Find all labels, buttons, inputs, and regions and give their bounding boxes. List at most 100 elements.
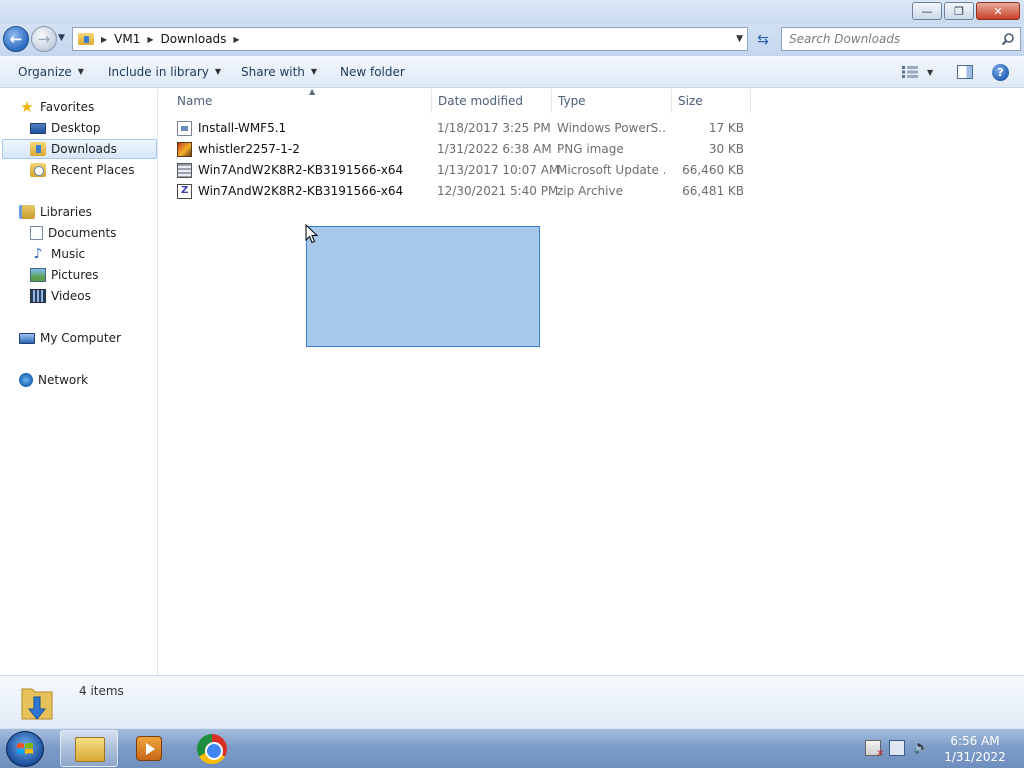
nav-label: Videos xyxy=(51,289,91,303)
recent-pages-dropdown[interactable]: ▼ xyxy=(58,33,65,43)
refresh-button[interactable]: ⇆ xyxy=(752,29,774,51)
action-center-flag-icon[interactable] xyxy=(865,740,884,759)
column-type-label: Type xyxy=(558,94,586,108)
nav-libraries[interactable]: Libraries xyxy=(19,202,92,222)
view-options-dropdown[interactable]: ▼ xyxy=(927,68,933,77)
minimize-button[interactable]: — xyxy=(912,2,942,20)
music-note-icon: ♪ xyxy=(33,246,43,262)
column-header-name[interactable]: Name ▲ xyxy=(171,87,432,113)
file-date-modified: 1/13/2017 10:07 AM xyxy=(437,163,560,177)
nav-my-computer[interactable]: My Computer xyxy=(19,328,121,348)
file-list[interactable]: Name ▲ Date modified Type Size Install-W… xyxy=(159,87,1024,675)
restore-icon: ❐ xyxy=(954,4,964,18)
breadcrumb-chevron-icon[interactable]: ▶ xyxy=(101,35,107,44)
breadcrumb-chevron-icon[interactable]: ▶ xyxy=(147,35,153,44)
address-bar[interactable]: ▶ VM1 ▶ Downloads ▶ ▼ xyxy=(72,27,748,51)
downloads-folder-icon xyxy=(30,142,46,156)
column-date-label: Date modified xyxy=(438,94,524,108)
nav-label: Network xyxy=(38,373,89,387)
details-pane: 4 items xyxy=(0,675,1024,728)
column-header-date-modified[interactable]: Date modified xyxy=(432,89,552,113)
back-button[interactable]: ← xyxy=(3,26,29,52)
include-in-library-button[interactable]: Include in library ▼ xyxy=(108,65,221,79)
start-button[interactable] xyxy=(6,731,44,767)
nav-label: Recent Places xyxy=(51,163,135,177)
file-row[interactable]: Win7AndW2K8R2-KB3191566-x64 1/13/2017 10:… xyxy=(176,160,756,181)
close-icon: ✕ xyxy=(993,4,1003,18)
file-name: whistler2257-1-2 xyxy=(198,142,300,156)
organize-label: Organize xyxy=(18,65,72,79)
nav-label: Documents xyxy=(48,226,117,240)
nav-label: Favorites xyxy=(40,100,95,114)
desktop-icon xyxy=(30,122,46,134)
nav-music[interactable]: ♪ Music xyxy=(30,244,86,264)
help-icon[interactable]: ? xyxy=(992,64,1009,81)
clock-date: 1/31/2022 xyxy=(944,750,1006,764)
nav-videos[interactable]: Videos xyxy=(30,286,91,306)
forward-button[interactable]: → xyxy=(31,26,57,52)
close-button[interactable]: ✕ xyxy=(976,2,1020,20)
drag-selection-rectangle xyxy=(306,226,540,347)
nav-label: Pictures xyxy=(51,268,99,282)
window-controls: — ❐ ✕ xyxy=(912,2,1020,20)
organize-button[interactable]: Organize ▼ xyxy=(18,65,84,79)
file-row[interactable]: Win7AndW2K8R2-KB3191566-x64 12/30/2021 5:… xyxy=(176,181,756,202)
change-view-icon[interactable] xyxy=(902,66,918,78)
item-count: 4 items xyxy=(79,684,124,698)
file-row[interactable]: whistler2257-1-2 1/31/2022 6:38 AM PNG ima… xyxy=(176,139,756,160)
sort-ascending-icon: ▲ xyxy=(309,87,316,96)
column-header-type[interactable]: Type xyxy=(552,89,672,113)
search-box[interactable] xyxy=(781,27,1021,51)
nav-downloads[interactable]: Downloads xyxy=(2,139,157,159)
nav-recent-places[interactable]: Recent Places xyxy=(30,160,134,180)
nav-documents[interactable]: Documents xyxy=(30,223,116,243)
nav-desktop[interactable]: Desktop xyxy=(30,118,101,138)
new-folder-label: New folder xyxy=(340,65,405,79)
network-status-icon[interactable] xyxy=(889,740,905,756)
folder-icon xyxy=(75,737,105,762)
nav-network[interactable]: Network xyxy=(19,370,88,390)
taskbar-chrome[interactable] xyxy=(182,730,240,767)
preview-pane-icon[interactable] xyxy=(957,65,973,79)
recent-places-icon xyxy=(30,163,46,177)
zip-archive-icon xyxy=(177,184,192,199)
breadcrumb-chevron-icon[interactable]: ▶ xyxy=(233,35,239,44)
documents-icon xyxy=(30,226,43,240)
file-name: Win7AndW2K8R2-KB3191566-x64 xyxy=(198,184,404,198)
msu-package-icon xyxy=(177,163,192,178)
share-with-button[interactable]: Share with ▼ xyxy=(241,65,317,79)
nav-pictures[interactable]: Pictures xyxy=(30,265,99,285)
column-header-size[interactable]: Size xyxy=(672,89,751,113)
star-icon: ★ xyxy=(20,98,34,116)
file-type: PNG image xyxy=(557,142,624,156)
file-name: Install-WMF5.1 xyxy=(198,121,287,135)
file-row[interactable]: Install-WMF5.1 1/18/2017 3:25 PM Windows P… xyxy=(176,118,756,139)
nav-label: Music xyxy=(51,247,86,261)
nav-label: Libraries xyxy=(40,205,92,219)
downloads-folder-icon xyxy=(21,688,53,720)
address-history-dropdown[interactable]: ▼ xyxy=(736,34,743,44)
file-date-modified: 1/31/2022 6:38 AM xyxy=(437,142,552,156)
system-tray: 🔈 xyxy=(865,740,929,759)
downloads-folder-icon xyxy=(78,33,94,45)
clock-time: 6:56 AM xyxy=(950,734,1000,748)
new-folder-button[interactable]: New folder xyxy=(340,65,405,79)
file-size: 66,460 KB xyxy=(682,163,744,177)
breadcrumb-downloads[interactable]: Downloads xyxy=(161,32,227,46)
chevron-down-icon: ▼ xyxy=(310,67,318,76)
file-name: Win7AndW2K8R2-KB3191566-x64 xyxy=(198,163,404,177)
nav-favorites[interactable]: ★ Favorites xyxy=(19,97,94,117)
forward-arrow-icon: → xyxy=(37,30,51,48)
volume-icon[interactable]: 🔈 xyxy=(913,740,929,756)
computer-icon xyxy=(19,332,35,344)
clock[interactable]: 6:56 AM 1/31/2022 xyxy=(940,733,1010,765)
breadcrumb-vm1[interactable]: VM1 xyxy=(114,32,140,46)
pictures-icon xyxy=(30,268,46,282)
maximize-button[interactable]: ❐ xyxy=(944,2,974,20)
file-type: Windows PowerS... xyxy=(557,121,665,135)
taskbar-media-player[interactable] xyxy=(120,730,178,767)
file-type: zip Archive xyxy=(557,184,623,198)
search-icon[interactable] xyxy=(1001,32,1015,46)
search-input[interactable] xyxy=(789,32,989,46)
taskbar-explorer[interactable] xyxy=(60,730,118,767)
